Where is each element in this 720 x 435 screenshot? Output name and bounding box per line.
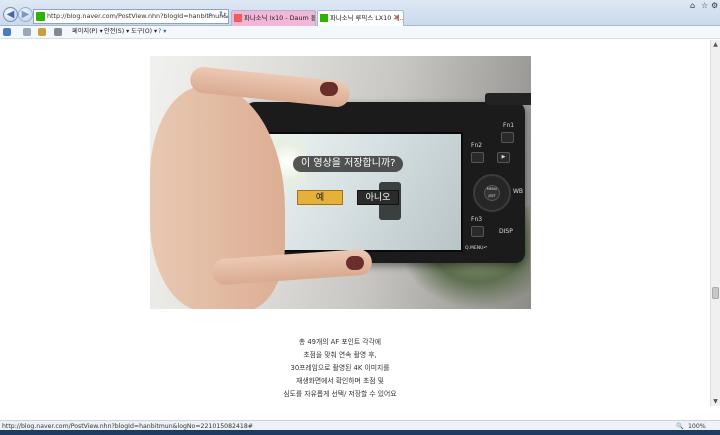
menu-set-key: MENU /SET: [484, 185, 500, 201]
favorites-star-icon[interactable]: [3, 28, 11, 36]
caption-line: 30프레임으로 촬영된 4K 이미지를: [290, 364, 390, 372]
command-bar: 페이지(P) ▾ 안전(S) ▾ 도구(O) ▾ ? ▾: [0, 26, 720, 39]
disp-label: DISP: [499, 228, 513, 235]
tab-daum-search[interactable]: 파나소닉 lx10 - Daum 통합: [231, 10, 316, 26]
caption-line: 재생화면에서 확인하며 초점 및: [296, 377, 384, 385]
refresh-icon[interactable]: ↻: [219, 10, 226, 19]
tab-favicon: [234, 14, 242, 22]
tab-blog-post[interactable]: 파나소닉 루믹스 LX10 개... ✕: [317, 10, 404, 26]
caption-line: 심도를 자유롭게 선택/ 저장할 수 있어요: [283, 390, 397, 398]
taskbar: [0, 430, 720, 435]
address-url: http://blog.naver.com/PostView.nhn?blogI…: [47, 12, 229, 20]
fn2-label: Fn2: [471, 142, 483, 149]
safety-menu[interactable]: 안전(S) ▾: [104, 27, 129, 37]
camera-photo: 이 영상을 저장합니까? 예 아니오 ↶ Fn1 Fn2 ▶ MENU /SET…: [150, 56, 531, 309]
home-icon[interactable]: ⌂: [690, 1, 695, 10]
fn3-label: Fn3: [471, 216, 483, 223]
browser-title-bar: ◀ ▶ http://blog.naver.com/PostView.nhn?b…: [0, 0, 720, 26]
help-menu[interactable]: ? ▾: [158, 27, 166, 37]
camera-body: 이 영상을 저장합니까? 예 아니오 ↶ Fn1 Fn2 ▶ MENU /SET…: [245, 93, 531, 263]
page-content: 이 영상을 저장합니까? 예 아니오 ↶ Fn1 Fn2 ▶ MENU /SET…: [0, 40, 710, 406]
fn2-key: [471, 152, 484, 163]
fingernail: [346, 256, 364, 270]
close-tab-icon[interactable]: ✕: [394, 11, 400, 25]
camera-lcd: 이 영상을 저장합니까? 예 아니오 ↶: [265, 132, 463, 252]
fn1-key: [501, 132, 514, 143]
play-key: ▶: [497, 152, 510, 163]
back-button[interactable]: ◀: [3, 7, 18, 22]
tab-label: 파나소닉 루믹스 LX10 개...: [330, 14, 404, 22]
wb-label: WB: [513, 188, 524, 195]
feeds-icon[interactable]: [23, 28, 31, 36]
mail-icon[interactable]: [38, 28, 46, 36]
gear-icon[interactable]: ⚙: [711, 1, 718, 10]
caption-line: 총 49개의 AF 포인트 각각에: [298, 338, 382, 346]
fingernail: [320, 82, 338, 96]
address-bar[interactable]: http://blog.naver.com/PostView.nhn?blogI…: [33, 9, 229, 24]
scroll-up-icon[interactable]: ▲: [711, 40, 720, 49]
scroll-down-icon[interactable]: ▼: [711, 397, 720, 406]
no-button: 아니오: [357, 190, 399, 205]
camera-top-dial: [485, 93, 531, 105]
tools-menu[interactable]: 도구(O) ▾: [131, 27, 157, 37]
yes-button: 예: [297, 190, 343, 205]
fn3-key: [471, 226, 484, 237]
save-question: 이 영상을 저장합니까?: [293, 156, 404, 172]
vertical-scrollbar[interactable]: ▲ ▼: [710, 40, 720, 406]
print-icon[interactable]: [54, 28, 62, 36]
fn1-label: Fn1: [503, 122, 515, 129]
site-favicon: [36, 12, 45, 21]
tab-label: 파나소닉 lx10 - Daum 통합: [244, 14, 316, 22]
page-menu[interactable]: 페이지(P) ▾: [72, 27, 103, 37]
qmenu-label: Q.MENU↶: [465, 246, 488, 251]
scroll-thumb[interactable]: [712, 287, 719, 299]
forward-button[interactable]: ▶: [18, 7, 33, 22]
control-dial: MENU /SET: [473, 174, 511, 212]
caption-line: 초점을 맞춰 연속 촬영 후,: [303, 351, 377, 359]
tab-favicon: [320, 14, 328, 22]
search-icon[interactable]: ⌕: [208, 10, 212, 20]
favorites-icon[interactable]: ☆: [701, 1, 708, 10]
